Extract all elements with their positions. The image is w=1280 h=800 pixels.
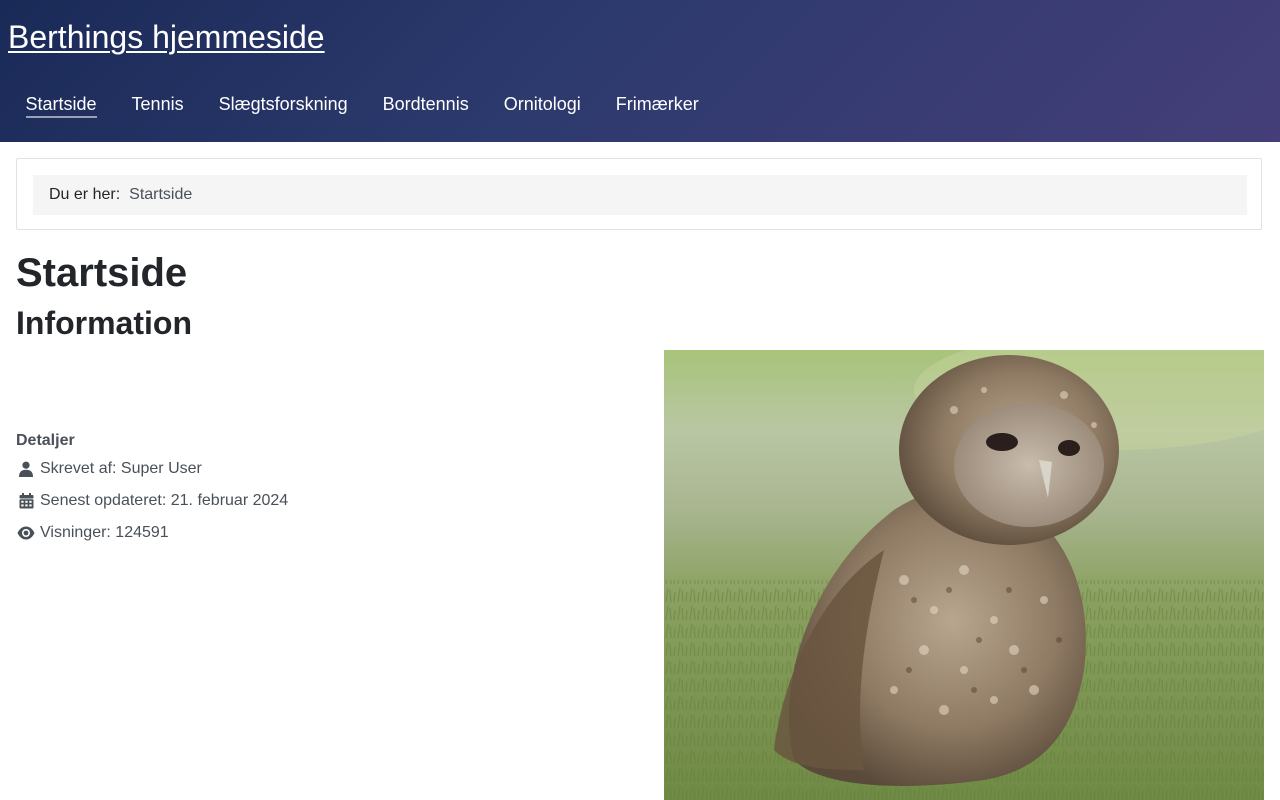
details-views: Visninger: 124591 bbox=[16, 517, 616, 549]
breadcrumb-label: Du er her: bbox=[49, 186, 121, 203]
nav-item-startside[interactable]: Startside bbox=[8, 86, 114, 122]
details-updated: Senest opdateret: 21. februar 2024 bbox=[16, 485, 616, 517]
user-icon bbox=[16, 460, 36, 478]
breadcrumb-current: Startside bbox=[129, 186, 193, 203]
nav-item-frimaerker[interactable]: Frimærker bbox=[598, 86, 716, 122]
nav-item-tennis[interactable]: Tennis bbox=[114, 86, 201, 122]
details-author-text: Skrevet af: Super User bbox=[40, 460, 202, 477]
details-author: Skrevet af: Super User bbox=[16, 453, 616, 485]
main-navigation: Startside Tennis Slægtsforskning Bordten… bbox=[8, 86, 716, 122]
article-details: Detaljer Skrevet af: Super User Senest o… bbox=[16, 431, 616, 549]
details-heading: Detaljer bbox=[16, 432, 75, 449]
site-title-link[interactable]: Berthings hjemmeside bbox=[8, 17, 325, 57]
breadcrumb-card: Du er her: Startside bbox=[16, 158, 1262, 230]
nav-item-ornitologi[interactable]: Ornitologi bbox=[486, 86, 598, 122]
details-views-text: Visninger: 124591 bbox=[40, 524, 169, 541]
section-title: Information bbox=[16, 305, 192, 341]
details-updated-text: Senest opdateret: 21. februar 2024 bbox=[40, 492, 289, 509]
calendar-icon bbox=[16, 492, 36, 510]
nav-item-slaegtsforskning[interactable]: Slægtsforskning bbox=[201, 86, 365, 122]
eye-icon bbox=[16, 524, 36, 542]
breadcrumb: Du er her: Startside bbox=[33, 175, 1247, 215]
page-title: Startside bbox=[16, 251, 188, 295]
site-header: Berthings hjemmeside Startside Tennis Sl… bbox=[0, 0, 1280, 142]
owl-photo bbox=[664, 350, 1264, 800]
nav-item-bordtennis[interactable]: Bordtennis bbox=[365, 86, 486, 122]
